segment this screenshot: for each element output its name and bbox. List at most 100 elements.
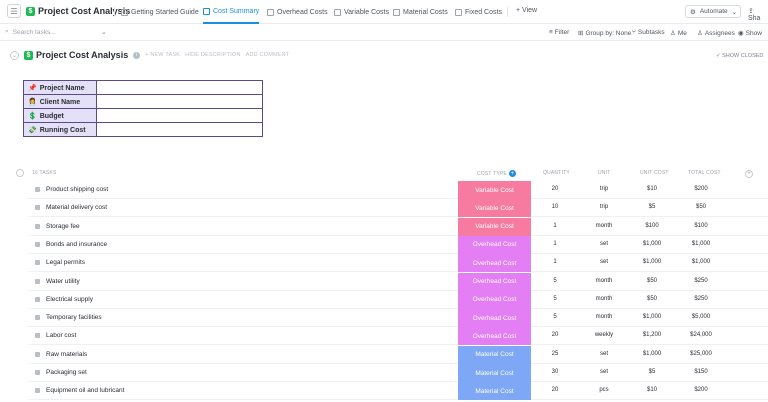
automate-button[interactable]: ⚙ Automate ⌄ (685, 5, 741, 18)
cost-type-badge[interactable]: Overhead Cost (458, 272, 531, 291)
running-cost-value[interactable] (96, 122, 263, 137)
total-cost-cell[interactable]: $250 (683, 296, 719, 302)
share-button[interactable]: ⇪ Sha (748, 7, 768, 22)
status-square-icon[interactable] (35, 333, 40, 339)
status-square-icon[interactable] (35, 241, 40, 247)
task-name[interactable]: Labor cost (46, 332, 76, 339)
cost-type-header[interactable]: COST TYPE + (477, 170, 516, 177)
unit-cost-cell[interactable]: $100 (636, 223, 668, 229)
unit-cost-cell[interactable]: $1,000 (636, 351, 668, 357)
task-name[interactable]: Product shipping cost (46, 186, 108, 193)
unit-header[interactable]: UNIT (598, 170, 610, 176)
task-name[interactable]: Legal permits (46, 259, 85, 266)
total-cost-cell[interactable]: $100 (683, 223, 719, 229)
unit-cell[interactable]: trip (588, 186, 620, 192)
unit-cell[interactable]: month (588, 223, 620, 229)
unit-cost-cell[interactable]: $1,000 (636, 241, 668, 247)
unit-cost-cell[interactable]: $10 (636, 387, 668, 393)
unit-cost-cell[interactable]: $5 (636, 204, 668, 210)
total-cost-cell[interactable]: $250 (683, 278, 719, 284)
quantity-cell[interactable]: 5 (543, 314, 567, 320)
new-task-button[interactable]: + NEW TASK (145, 52, 180, 58)
cost-type-badge[interactable]: Overhead Cost (458, 254, 531, 273)
table-row[interactable]: Equipment oil and lubricant Material Cost… (28, 382, 768, 401)
quantity-cell[interactable]: 1 (543, 223, 567, 229)
unit-cost-cell[interactable]: $1,000 (636, 259, 668, 265)
status-square-icon[interactable] (35, 315, 40, 321)
task-name[interactable]: Bonds and insurance (46, 241, 107, 248)
unit-cell[interactable]: set (588, 241, 620, 247)
table-row[interactable]: Packaging set Material Cost 30 set $5 $150 (28, 364, 768, 382)
unit-cost-cell[interactable]: $5 (636, 369, 668, 375)
unit-cell[interactable]: month (588, 278, 620, 284)
quantity-cell[interactable]: 1 (543, 241, 567, 247)
unit-cost-header[interactable]: UNIT COST (640, 170, 669, 176)
table-row[interactable]: Bonds and insurance Overhead Cost 1 set $1,0… (28, 235, 768, 254)
table-row[interactable]: Water utility Overhead Cost 5 month $50 $250 (28, 272, 768, 291)
tab-getting-started[interactable]: Getting Started Guide (121, 0, 199, 24)
unit-cost-cell[interactable]: $50 (636, 278, 668, 284)
status-square-icon[interactable] (35, 370, 40, 375)
total-cost-cell[interactable]: $150 (683, 369, 719, 375)
me-button[interactable]: ♙ Me (670, 29, 687, 38)
total-cost-cell[interactable]: $50 (683, 204, 719, 210)
hide-description-button[interactable]: HIDE DESCRIPTION (185, 52, 240, 58)
unit-cell[interactable]: trip (588, 204, 620, 210)
task-name[interactable]: Electrical supply (46, 296, 93, 303)
unit-cell[interactable]: set (588, 351, 620, 357)
task-name[interactable]: Water utility (46, 278, 80, 285)
quantity-cell[interactable]: 10 (543, 204, 567, 210)
status-square-icon[interactable] (35, 260, 40, 266)
quantity-cell[interactable]: 20 (543, 332, 567, 338)
quantity-cell[interactable]: 30 (543, 369, 567, 375)
chevron-down-icon[interactable]: ⌄ (101, 28, 107, 36)
total-cost-cell[interactable]: $25,000 (683, 351, 719, 357)
quantity-cell[interactable]: 20 (543, 387, 567, 393)
cost-type-badge[interactable]: Variable Cost (458, 181, 531, 199)
status-square-icon[interactable] (35, 351, 40, 357)
table-row[interactable]: Material delivery cost Variable Cost 10 tri… (28, 199, 768, 218)
tab-fixed-costs[interactable]: Fixed Costs (455, 0, 502, 24)
tab-cost-summary[interactable]: Cost Summary (203, 0, 260, 24)
add-view-button[interactable]: + View (516, 7, 537, 14)
unit-cell[interactable]: set (588, 369, 620, 375)
project-name-value[interactable] (96, 80, 263, 95)
task-name[interactable]: Raw materials (46, 351, 87, 358)
list-icon[interactable]: ☰ (7, 4, 21, 18)
quantity-cell[interactable]: 5 (543, 296, 567, 302)
unit-cost-cell[interactable]: $50 (636, 296, 668, 302)
table-row[interactable]: Electrical supply Overhead Cost 5 month $50 $… (28, 290, 768, 309)
collapse-icon[interactable]: ⌄ (10, 50, 19, 60)
add-column-icon[interactable]: + (745, 170, 753, 178)
table-row[interactable]: Temporary facilities Overhead Cost 5 month $… (28, 309, 768, 328)
budget-value[interactable] (96, 108, 263, 123)
cost-type-badge[interactable]: Variable Cost (458, 217, 531, 236)
collapse-group-icon[interactable] (16, 169, 24, 177)
cost-type-badge[interactable]: Material Cost (458, 382, 531, 401)
cost-type-badge[interactable]: Material Cost (458, 345, 531, 364)
unit-cell[interactable]: month (588, 314, 620, 320)
total-cost-header[interactable]: TOTAL COST (688, 170, 721, 176)
total-cost-cell[interactable]: $24,000 (683, 332, 719, 338)
info-icon[interactable]: i (133, 51, 141, 59)
cost-type-badge[interactable]: Overhead Cost (458, 309, 531, 328)
unit-cell[interactable]: pcs (588, 387, 620, 393)
total-cost-cell[interactable]: $1,000 (683, 241, 719, 247)
task-name[interactable]: Storage fee (46, 223, 80, 230)
quantity-header[interactable]: QUANTITY (543, 170, 570, 176)
cost-type-badge[interactable]: Overhead Cost (458, 327, 531, 346)
unit-cell[interactable]: set (588, 259, 620, 265)
unit-cell[interactable]: weekly (588, 332, 620, 338)
tab-variable-costs[interactable]: Variable Costs (334, 0, 389, 24)
filter-button[interactable]: ≡ Filter (549, 29, 569, 36)
search-input[interactable]: ⌕ Search tasks... (5, 28, 56, 36)
status-square-icon[interactable] (35, 388, 40, 394)
total-cost-cell[interactable]: $200 (683, 186, 719, 192)
total-cost-cell[interactable]: $5,000 (683, 314, 719, 320)
plus-icon[interactable]: + (508, 170, 516, 177)
table-row[interactable]: Product shipping cost Variable Cost 20 trip… (28, 181, 768, 199)
task-name[interactable]: Packaging set (46, 369, 87, 376)
unit-cost-cell[interactable]: $1,200 (636, 332, 668, 338)
quantity-cell[interactable]: 5 (543, 278, 567, 284)
cost-type-badge[interactable]: Overhead Cost (458, 235, 531, 254)
